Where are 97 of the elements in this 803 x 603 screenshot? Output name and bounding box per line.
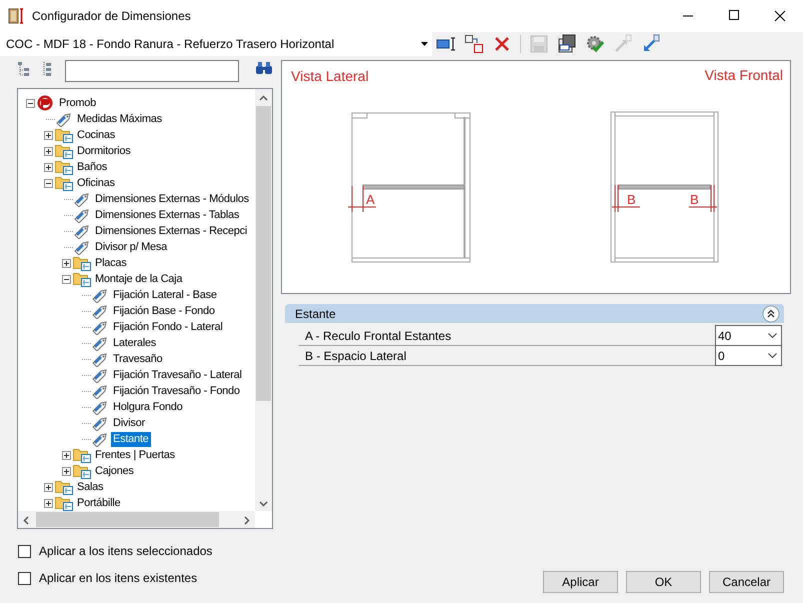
tree-item[interactable]: Portábille <box>75 496 122 510</box>
tag-icon <box>91 335 109 351</box>
tree-item[interactable]: Fijación Fondo - Lateral <box>111 320 225 334</box>
folder-icon <box>73 447 92 463</box>
collapse-button[interactable] <box>762 304 780 322</box>
window-title: Configurador de Dimensiones <box>32 8 191 25</box>
tree-item[interactable]: Oficinas <box>75 176 117 190</box>
collapse-button[interactable] <box>26 98 35 108</box>
checkbox[interactable] <box>18 544 31 558</box>
tag-icon <box>73 223 91 239</box>
tree-item[interactable]: Dormitorios <box>75 144 132 158</box>
folder-icon <box>73 271 92 287</box>
folder-icon <box>73 255 92 271</box>
expand-button[interactable] <box>44 162 53 172</box>
dialog-button[interactable]: OK <box>626 571 701 593</box>
caret-icon <box>421 42 428 46</box>
tree-item[interactable]: Baños <box>75 160 109 174</box>
folder-icon <box>55 495 74 511</box>
search-field[interactable] <box>65 60 239 82</box>
arrow-icon[interactable] <box>641 34 661 54</box>
folder-icon <box>73 463 92 479</box>
folder-icon <box>55 127 74 143</box>
expand-button[interactable] <box>62 466 71 476</box>
tag-icon <box>91 287 109 303</box>
collapse-button[interactable] <box>44 178 53 188</box>
dialog-button[interactable]: Aplicar <box>543 571 618 593</box>
tree-item[interactable]: Dimensiones Externas - Módulos <box>93 192 251 206</box>
tag-icon <box>91 415 109 431</box>
config-dropdown[interactable]: COC - MDF 18 - Fondo Ranura - Refuerzo Trasero Horizontal <box>0 32 432 56</box>
tag-icon <box>91 431 109 447</box>
save-as-icon[interactable] <box>557 34 577 54</box>
view-title: Vista Frontal <box>704 67 783 83</box>
tree-item[interactable]: Fijación Base - Fondo <box>111 304 217 318</box>
folder-icon <box>55 159 74 175</box>
tree-item[interactable]: Cocinas <box>75 128 117 142</box>
vertical-scrollbar[interactable] <box>255 89 272 511</box>
tag-icon <box>91 303 109 319</box>
resize-icon[interactable] <box>464 34 484 54</box>
dimension-marker <box>612 184 640 212</box>
tag-icon <box>73 239 91 255</box>
tree-item[interactable]: Frentes | Puertas <box>93 448 177 462</box>
property-label: A - Reculo Frontal Estantes <box>304 328 452 344</box>
folder-icon <box>55 143 74 159</box>
tag-icon <box>91 319 109 335</box>
dimension-label: B <box>690 192 699 207</box>
tree-item[interactable]: Placas <box>93 256 129 270</box>
tree-item[interactable]: Dimensiones Externas - Recepci <box>93 224 250 238</box>
tree-item[interactable]: Divisor p/ Mesa <box>93 240 170 254</box>
dimension-marker <box>688 184 718 212</box>
tree-item[interactable]: Cajones <box>93 464 136 478</box>
checkbox-label: Aplicar en los itens existentes <box>39 570 198 587</box>
chevron-icon <box>768 333 777 338</box>
expand-button[interactable] <box>44 482 53 492</box>
tag-icon <box>91 399 109 415</box>
dialog-button[interactable]: Cancelar <box>709 571 784 593</box>
expand-button[interactable] <box>44 130 53 140</box>
tree-item[interactable]: Promob <box>57 96 98 110</box>
tree-item[interactable]: Montaje de la Caja <box>93 272 184 286</box>
expand-button[interactable] <box>62 258 71 268</box>
expand-button[interactable] <box>44 498 53 508</box>
expand-button[interactable] <box>62 450 71 460</box>
category-title: Estante <box>295 306 337 322</box>
tag-icon <box>73 191 91 207</box>
tree-item[interactable]: Estante <box>111 432 151 446</box>
tree-item[interactable]: Fijación Lateral - Base <box>111 288 219 302</box>
tag-icon <box>55 111 73 127</box>
tag-icon <box>91 367 109 383</box>
dimension-label: B <box>627 192 636 207</box>
checkbox-label: Aplicar a los itens seleccionados <box>39 543 212 560</box>
tree-item[interactable]: Medidas Máximas <box>75 112 164 126</box>
dimension-marker <box>348 186 376 212</box>
tree-item[interactable]: Fijación Travesaño - Lateral <box>111 368 244 382</box>
value-dropdown[interactable]: 0 <box>715 345 782 366</box>
logo-icon <box>37 95 53 111</box>
horizontal-scrollbar[interactable] <box>18 511 255 528</box>
tag-icon <box>91 383 109 399</box>
tree-item[interactable]: Holgura Fondo <box>111 400 185 414</box>
value-dropdown[interactable]: 40 <box>715 325 782 346</box>
tag-icon <box>73 207 91 223</box>
collapse-button[interactable] <box>62 274 71 284</box>
tree-item[interactable]: Salas <box>75 480 106 494</box>
tree-item[interactable]: Laterales <box>111 336 158 350</box>
folder-icon <box>55 175 74 191</box>
chevron-icon <box>768 353 777 358</box>
expand-button[interactable] <box>44 146 53 156</box>
tag-icon <box>91 351 109 367</box>
tree-item[interactable]: Travesaño <box>111 352 164 366</box>
tree-item[interactable]: Fijación Travesaño - Fondo <box>111 384 242 398</box>
tree-item[interactable]: Dimensiones Externas - Tablas <box>93 208 242 222</box>
checkbox[interactable] <box>18 572 31 584</box>
gear-check-icon[interactable] <box>585 34 605 54</box>
property-label: B - Espacio Lateral <box>304 348 408 364</box>
app-icon <box>8 8 24 24</box>
dimension-label: A <box>366 192 375 207</box>
tree-item[interactable]: Divisor <box>111 416 147 430</box>
folder-icon <box>55 479 74 495</box>
view-title: Vista Lateral <box>291 68 369 84</box>
